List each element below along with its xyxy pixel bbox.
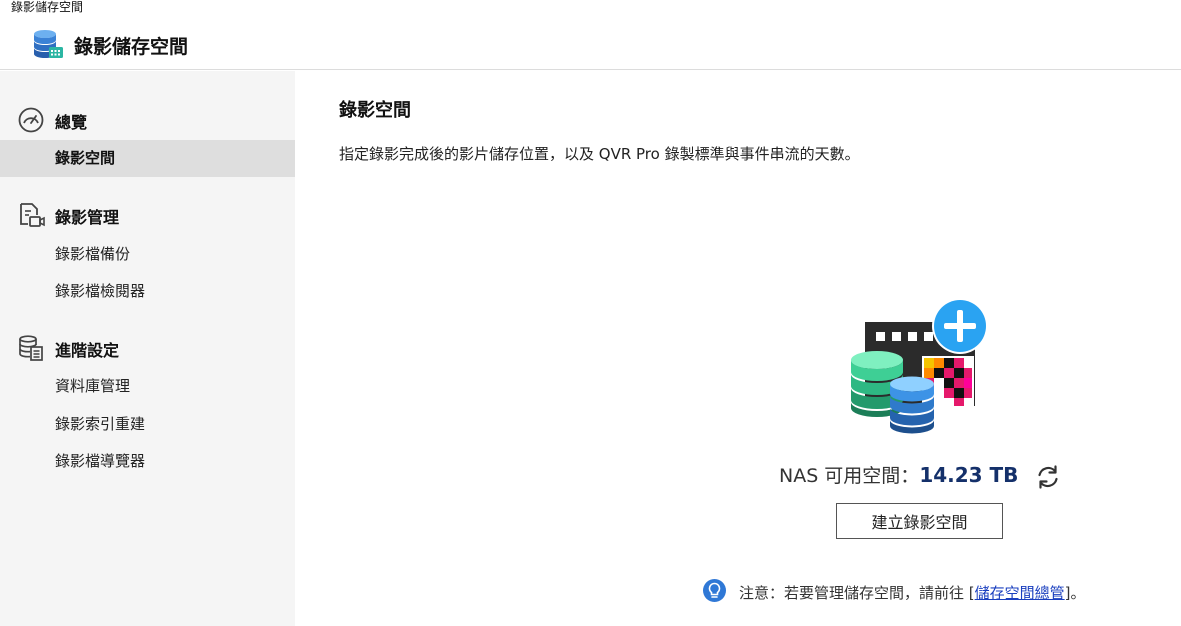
sidebar-section-overview[interactable]: 總覽 [0,104,295,134]
app-title: 錄影儲存空間 [74,36,189,58]
window-title: 錄影儲存空間 [11,0,84,14]
sidebar-section-label: 進階設定 [55,341,120,360]
storage-manager-link[interactable]: 儲存空間總管 [975,584,1065,602]
sidebar-section-label: 總覽 [55,113,88,132]
nas-available-space: NAS 可用空間：14.23 TB [779,461,1018,491]
sidebar-item-recording-space[interactable]: 錄影空間 [0,140,295,177]
database-settings-icon [19,335,43,361]
page-description: 指定錄影完成後的影片儲存位置，以及 QVR Pro 錄製標準與事件串流的天數。 [339,145,860,163]
create-recording-space-button[interactable]: 建立錄影空間 [836,503,1003,539]
note-suffix: ]。 [1064,584,1086,602]
storage-database-icon [34,30,63,58]
sidebar-section-recording-management[interactable]: 錄影管理 [0,199,295,229]
nas-space-value: 14.23 TB [919,463,1019,487]
add-recording-space-illustration [851,298,988,434]
sidebar-item-database-management[interactable]: 資料庫管理 [0,368,295,405]
sidebar-section-label: 錄影管理 [55,208,120,227]
sidebar-item-recording-viewer[interactable]: 錄影檔檢閱器 [0,273,295,310]
sidebar: 總覽 錄影空間 錄影管理 錄影檔備份 錄影檔檢閱器 進階設定 資料庫管理 錄影索… [0,71,295,626]
nas-space-label: NAS 可用空間： [779,465,920,487]
sidebar-item-recording-navigator[interactable]: 錄影檔導覽器 [0,443,295,480]
note-text: 注意：若要管理儲存空間，請前往 [ [739,584,975,602]
recording-file-icon [20,203,45,227]
refresh-icon[interactable] [1035,464,1061,490]
lightbulb-icon [703,579,726,602]
dashboard-gauge-icon [18,107,44,133]
sidebar-item-index-rebuild[interactable]: 錄影索引重建 [0,406,295,443]
sidebar-section-advanced-settings[interactable]: 進階設定 [0,332,295,362]
page-title: 錄影空間 [339,100,411,121]
app-header: 錄影儲存空間 [0,14,1181,70]
sidebar-item-recording-backup[interactable]: 錄影檔備份 [0,236,295,273]
